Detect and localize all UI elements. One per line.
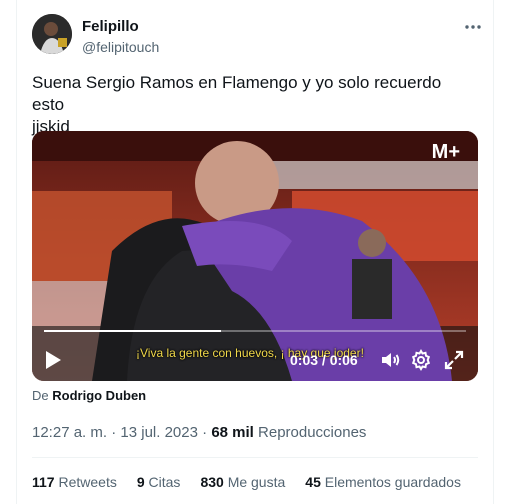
video-progress-bar[interactable] [44,330,466,332]
stat-label: Citas [148,474,181,490]
views-label: Reproducciones [258,424,367,441]
fullscreen-icon[interactable] [442,348,466,372]
broadcaster-logo: M+ [431,141,460,163]
video-player[interactable]: M+ ¡Viva la gente con huevos, ¡ hay que … [32,131,478,381]
timeline-border-left [16,0,17,504]
tweet-meta: 12:27 a. m. · 13 jul. 2023 · 68 mil Repr… [32,424,366,441]
meta-separator: · [111,424,117,441]
author-handle[interactable]: @felipitouch [82,39,159,55]
timeline-border-right [493,0,494,504]
volume-icon[interactable] [378,348,402,372]
tweet-text-line: Suena Sergio Ramos en Flamengo y yo solo… [32,73,442,114]
meta-separator: · [202,424,208,441]
author-name[interactable]: Felipillo [82,18,139,35]
attribution-name[interactable]: Rodrigo Duben [52,388,146,403]
play-icon[interactable] [44,350,62,370]
stat-count: 830 [200,474,224,490]
video-attribution: De Rodrigo Duben [32,388,146,403]
stat-quotes[interactable]: 9 Citas [137,474,181,490]
stat-label: Retweets [58,474,117,490]
tweet-date[interactable]: 13 jul. 2023 [120,424,198,441]
avatar[interactable] [32,14,72,54]
tweet-time[interactable]: 12:27 a. m. [32,424,107,441]
more-dots-icon[interactable] [456,14,490,40]
tweet-text: Suena Sergio Ramos en Flamengo y yo solo… [32,72,472,138]
video-time: 0:03 / 0:06 [290,352,358,368]
stat-retweets[interactable]: 117 Retweets [32,474,117,490]
stat-count: 45 [305,474,321,490]
stat-count: 9 [136,474,145,490]
stat-label: Elementos guardados [324,474,461,490]
tweet-header: Felipillo @felipitouch [32,14,490,58]
stat-bookmarks[interactable]: 45 Elementos guardados [305,474,461,490]
settings-gear-icon[interactable] [409,348,433,372]
stat-label: Me gusta [227,474,286,490]
divider [32,457,478,458]
engagement-stats: 117 Retweets 9 Citas 830 Me gusta 45 Ele… [32,474,461,490]
stat-likes[interactable]: 830 Me gusta [200,474,285,490]
views-count: 68 mil [211,424,254,441]
video-progress-fill [44,330,222,332]
stat-count: 117 [32,474,55,490]
attribution-label: De [32,388,49,403]
video-frame [32,131,478,381]
